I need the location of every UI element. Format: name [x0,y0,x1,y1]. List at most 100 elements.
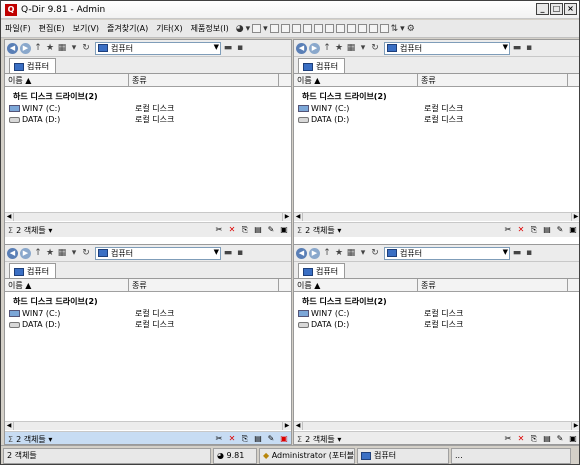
view-mode-icon[interactable]: ▦ [346,43,356,53]
dropdown-arrow-icon[interactable]: ▾ [69,43,79,53]
forward-button[interactable]: ▶ [20,42,31,54]
rename-icon[interactable]: ✎ [266,434,276,444]
network-icon[interactable]: ▪ [524,248,534,258]
list-item[interactable]: DATA (D:) 로컬 디스크 [294,319,579,330]
column-name-header[interactable]: 이름 ▲ [5,74,129,86]
layout-icon[interactable] [357,24,367,33]
layout-icon[interactable] [302,24,312,33]
chevron-down-icon[interactable]: ▼ [214,43,219,51]
scroll-left-icon[interactable]: ◀ [294,213,303,221]
chevron-down-icon[interactable]: ▼ [503,248,508,256]
network-icon[interactable]: ▪ [235,43,245,53]
network-icon[interactable]: ▪ [235,248,245,258]
list-item[interactable]: DATA (D:) 로컬 디스크 [5,319,291,330]
close-button[interactable]: × [564,3,577,15]
delete-icon[interactable]: ✕ [227,434,237,444]
forward-button[interactable]: ▶ [309,42,320,54]
menu-info[interactable]: 제품정보(I) [187,23,233,34]
favorites-icon[interactable]: ★ [334,248,344,258]
dropdown-arrow-icon[interactable]: ▾ [358,43,368,53]
refresh-icon[interactable]: ↻ [81,43,91,53]
address-bar[interactable]: 컴퓨터 ▼ [95,41,221,55]
maximize-button[interactable]: □ [550,3,563,15]
dropdown-arrow-icon[interactable]: ▾ [246,24,251,34]
column-name-header[interactable]: 이름 ▲ [5,279,129,291]
chevron-down-icon[interactable]: ▼ [214,248,219,256]
globe-icon[interactable]: ◕ [236,24,244,34]
up-folder-icon[interactable]: ↑ [33,248,43,258]
column-name-header[interactable]: 이름 ▲ [294,74,418,86]
rename-icon[interactable]: ✎ [266,225,276,235]
layout-icon[interactable] [379,24,389,33]
cut-icon[interactable]: ✂ [214,225,224,235]
menu-file[interactable]: 파일(F) [1,23,35,34]
column-type-header[interactable]: 종류 [129,279,279,291]
dropdown-arrow-icon[interactable]: ▾ [400,24,405,34]
properties-icon[interactable]: ▣ [279,434,289,444]
cut-icon[interactable]: ✂ [503,225,513,235]
scroll-right-icon[interactable]: ▶ [571,422,579,430]
layout-icon[interactable] [313,24,323,33]
layout-icon[interactable] [280,24,290,33]
delete-icon[interactable]: ✕ [516,434,526,444]
view-mode-icon[interactable]: ▦ [57,43,67,53]
copy-icon[interactable]: ⎘ [240,225,250,235]
paste-icon[interactable]: ▤ [253,225,263,235]
desktop-icon[interactable]: ▬ [223,248,233,258]
back-button[interactable]: ◀ [7,42,18,54]
object-count[interactable]: 2 객체들 [305,434,335,445]
favorites-icon[interactable]: ★ [334,43,344,53]
list-item[interactable]: WIN7 (C:) 로컬 디스크 [294,103,579,114]
group-header[interactable]: 하드 디스크 드라이브(2) [294,88,579,103]
properties-icon[interactable]: ▣ [279,225,289,235]
properties-icon[interactable]: ▣ [568,434,578,444]
address-bar[interactable]: 컴퓨터 ▼ [384,41,510,55]
menu-view[interactable]: 보기(V) [69,23,103,34]
horizontal-scrollbar[interactable]: ◀ ▶ [294,212,579,221]
properties-icon[interactable]: ▣ [568,225,578,235]
dropdown-arrow-icon[interactable]: ▾ [69,248,79,258]
list-item[interactable]: DATA (D:) 로컬 디스크 [5,114,291,125]
layout-icon[interactable] [291,24,301,33]
tab-computer[interactable]: 컴퓨터 [298,263,346,278]
dropdown-arrow-icon[interactable]: ▾ [263,24,268,34]
dropdown-arrow-icon[interactable]: ▾ [358,248,368,258]
column-type-header[interactable]: 종류 [129,74,279,86]
copy-icon[interactable]: ⎘ [529,225,539,235]
horizontal-scrollbar[interactable]: ◀ ▶ [294,421,579,430]
cut-icon[interactable]: ✂ [214,434,224,444]
view-mode-icon[interactable]: ▦ [57,248,67,258]
scroll-left-icon[interactable]: ◀ [5,422,14,430]
tab-computer[interactable]: 컴퓨터 [9,58,57,73]
group-header[interactable]: 하드 디스크 드라이브(2) [5,293,291,308]
refresh-icon[interactable]: ↻ [370,248,380,258]
tools-icon[interactable]: ⚙ [407,24,415,34]
copy-icon[interactable]: ⎘ [240,434,250,444]
sort-icon[interactable]: ⇅ [391,24,399,34]
desktop-icon[interactable]: ▬ [223,43,233,53]
scroll-left-icon[interactable]: ◀ [5,213,14,221]
view-mode-icon[interactable]: ▦ [346,248,356,258]
rename-icon[interactable]: ✎ [555,225,565,235]
tab-computer[interactable]: 컴퓨터 [298,58,346,73]
network-icon[interactable]: ▪ [524,43,534,53]
menu-favorites[interactable]: 즐겨찾기(A) [103,23,152,34]
paste-icon[interactable]: ▤ [253,434,263,444]
menu-edit[interactable]: 편집(E) [35,23,69,34]
layout-icon[interactable] [324,24,334,33]
favorites-icon[interactable]: ★ [45,43,55,53]
object-count[interactable]: 2 객체들 [16,225,46,236]
list-item[interactable]: DATA (D:) 로컬 디스크 [294,114,579,125]
group-header[interactable]: 하드 디스크 드라이브(2) [294,293,579,308]
desktop-icon[interactable]: ▬ [512,43,522,53]
layout-icon[interactable] [346,24,356,33]
up-folder-icon[interactable]: ↑ [322,43,332,53]
delete-icon[interactable]: ✕ [516,225,526,235]
refresh-icon[interactable]: ↻ [370,43,380,53]
list-item[interactable]: WIN7 (C:) 로컬 디스크 [5,308,291,319]
layout-icon[interactable] [335,24,345,33]
layout-icon[interactable] [252,24,262,33]
desktop-icon[interactable]: ▬ [512,248,522,258]
object-count[interactable]: 2 객체들 [305,225,335,236]
column-type-header[interactable]: 종류 [418,279,568,291]
